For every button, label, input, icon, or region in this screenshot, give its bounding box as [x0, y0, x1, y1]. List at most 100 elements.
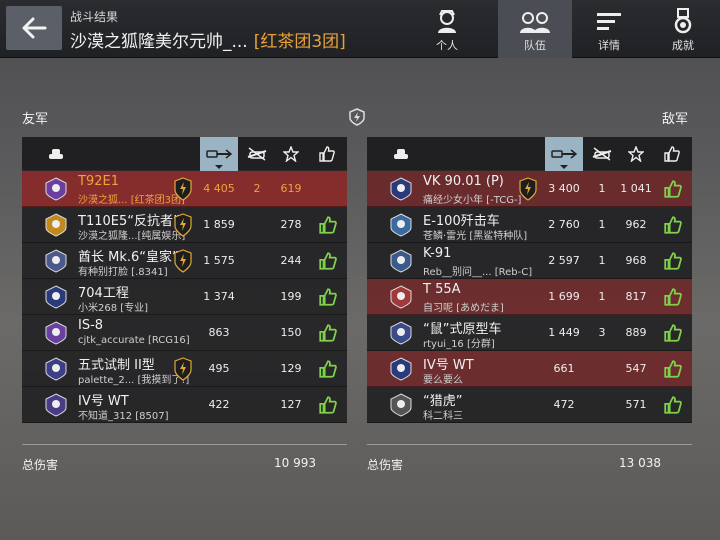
back-arrow-icon	[22, 17, 47, 39]
table-row[interactable]: K-91 Reb__别问__... [Reb-C] 2 597 1 968	[367, 243, 692, 279]
tab-personal[interactable]: 个人	[410, 0, 484, 58]
xp-column-icon[interactable]	[278, 137, 304, 171]
player-clan-label: 痛经少女小年 [-TCG-]	[423, 195, 522, 206]
table-row[interactable]: T 55A 自习呢 [あめだま] 1 699 1 817	[367, 279, 692, 315]
like-button[interactable]	[663, 251, 683, 271]
xp-value: 571	[625, 398, 647, 411]
damage-value: 1 699	[548, 290, 580, 303]
damage-value: 2 597	[548, 254, 580, 267]
player-clan-label: 要么要么	[423, 375, 463, 386]
table-row[interactable]: IS-8 cjtk_accurate [RCG16] 863 150	[22, 315, 347, 351]
like-button[interactable]	[663, 179, 683, 199]
table-row[interactable]: 五式试制 II型 palette_2... [我摸到了!] 495 129	[22, 351, 347, 387]
top-bar: 战斗结果 沙漠之狐隆美尔元帅_... [红茶团3团] 个人 队伍 详情 成就	[0, 0, 720, 58]
list-icon	[597, 13, 621, 30]
tab-label: 队伍	[524, 39, 546, 52]
table-row[interactable]: 酋长 Mk.6“皇家” 有种别打脸 [.8341] 1 575 244	[22, 243, 347, 279]
damage-icon	[206, 149, 232, 159]
tank-column-icon	[389, 137, 413, 171]
like-button[interactable]	[663, 323, 683, 343]
table-row[interactable]: IV号 WT 要么要么 661 547	[367, 351, 692, 387]
damage-sort-button[interactable]	[545, 137, 583, 171]
tank-class-badge-icon	[44, 213, 68, 237]
like-button[interactable]	[663, 395, 683, 415]
medal-icon	[674, 8, 692, 34]
like-button[interactable]	[318, 215, 338, 235]
allies-total-label: 总伤害	[22, 458, 59, 472]
allies-total-damage: 10 993	[274, 456, 316, 470]
xp-value: 127	[280, 398, 302, 411]
damage-value: 3 400	[548, 182, 580, 195]
xp-value: 129	[280, 362, 302, 375]
tank-name: IS-8	[78, 318, 104, 333]
premium-crest-icon	[174, 357, 192, 381]
tab-label: 个人	[436, 39, 458, 52]
like-button[interactable]	[318, 251, 338, 271]
xp-value: 150	[280, 326, 302, 339]
like-button[interactable]	[663, 287, 683, 307]
enemies-header-row	[367, 137, 692, 171]
allies-rows: T92E1 沙漠之狐... [红茶团3团] 4 405 2 619 T110E5“反抗者”…	[22, 171, 347, 423]
xp-value: 278	[280, 218, 302, 231]
like-button[interactable]	[318, 395, 338, 415]
kills-value: 1	[598, 218, 606, 231]
like-column-icon	[314, 137, 340, 171]
damage-value: 1 449	[548, 326, 580, 339]
player-clan-label: 沙漠之狐... [红茶团3团]	[78, 195, 185, 206]
tab-achievements[interactable]: 成就	[646, 0, 720, 58]
page-title: 沙漠之狐隆美尔元帅_... [红茶团3团]	[70, 27, 346, 52]
allies-table: T92E1 沙漠之狐... [红茶团3团] 4 405 2 619 T110E5“反抗者”…	[22, 137, 347, 423]
xp-value: 962	[625, 218, 647, 231]
damage-icon	[551, 149, 577, 159]
like-button[interactable]	[663, 215, 683, 235]
damage-value: 495	[208, 362, 230, 375]
table-row[interactable]: 704工程 小米268 [专业] 1 374 199	[22, 279, 347, 315]
like-button[interactable]	[318, 323, 338, 343]
enemies-rows: VK 90.01 (P) 痛经少女小年 [-TCG-] 3 400 1 1 041 E-1…	[367, 171, 692, 423]
like-button[interactable]	[663, 359, 683, 379]
team-icon	[520, 12, 550, 33]
player-name: 沙漠之狐隆美尔元帅_...	[70, 32, 248, 52]
damage-sort-button[interactable]	[200, 137, 238, 171]
kills-value: 1	[598, 290, 606, 303]
premium-crest-icon	[174, 177, 192, 201]
back-button[interactable]	[6, 6, 62, 50]
enemies-total-damage: 13 038	[619, 456, 661, 470]
player-icon	[438, 10, 456, 33]
tab-details[interactable]: 详情	[572, 0, 646, 58]
battle-mode-icon	[349, 108, 365, 126]
table-row[interactable]: E-100歼击车 苍鳞·雷光 [黑鲨特种队] 2 760 1 962	[367, 207, 692, 243]
xp-column-icon[interactable]	[623, 137, 649, 171]
like-button[interactable]	[318, 359, 338, 379]
tank-class-badge-icon	[44, 177, 68, 201]
table-row[interactable]: “猎虎” 科二科三 472 571	[367, 387, 692, 423]
player-clan-label: 科二科三	[423, 411, 463, 422]
player-clan-label: Reb__别问__... [Reb-C]	[423, 267, 533, 278]
damage-value: 422	[208, 398, 230, 411]
allies-label: 友军	[22, 112, 49, 127]
enemies-total-label: 总伤害	[367, 458, 404, 472]
enemies-table: VK 90.01 (P) 痛经少女小年 [-TCG-] 3 400 1 1 041 E-1…	[367, 137, 692, 423]
like-column-icon	[659, 137, 685, 171]
table-row[interactable]: VK 90.01 (P) 痛经少女小年 [-TCG-] 3 400 1 1 041	[367, 171, 692, 207]
damage-value: 4 405	[203, 182, 235, 195]
table-row[interactable]: IV号 WT 不知道_312 [8507] 422 127	[22, 387, 347, 423]
xp-value: 1 041	[620, 182, 652, 195]
kills-column-icon[interactable]	[242, 137, 272, 171]
tank-column-icon	[44, 137, 68, 171]
tank-class-badge-icon	[389, 285, 413, 309]
premium-crest-icon	[174, 249, 192, 273]
player-clan-label: cjtk_accurate [RCG16]	[78, 335, 190, 346]
table-row[interactable]: T110E5“反抗者” 沙漠之狐隆...[纯属娱乐] 1 859 278	[22, 207, 347, 243]
kills-column-icon[interactable]	[587, 137, 617, 171]
table-row[interactable]: T92E1 沙漠之狐... [红茶团3团] 4 405 2 619	[22, 171, 347, 207]
tank-class-badge-icon	[44, 285, 68, 309]
kills-value: 1	[598, 182, 606, 195]
player-clan-label: 沙漠之狐隆...[纯属娱乐]	[78, 231, 186, 242]
like-button[interactable]	[318, 287, 338, 307]
tab-team[interactable]: 队伍	[498, 0, 572, 58]
tank-class-badge-icon	[44, 393, 68, 417]
table-row[interactable]: “鼠”式原型车 rtyui_16 [分群] 1 449 3 889	[367, 315, 692, 351]
tank-class-badge-icon	[389, 213, 413, 237]
damage-value: 472	[553, 398, 575, 411]
